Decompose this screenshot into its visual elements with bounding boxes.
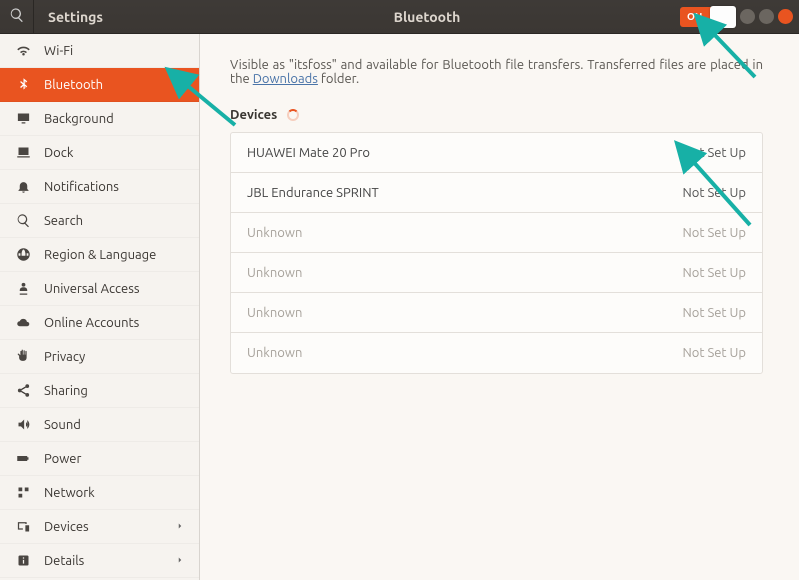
titlebar-right: ON — [654, 7, 799, 27]
sidebar-item-label: Network — [44, 486, 95, 500]
search-icon — [9, 7, 25, 27]
chevron-right-icon — [175, 520, 185, 534]
toggle-thumb — [710, 6, 736, 28]
maximize-button[interactable] — [759, 9, 774, 24]
sidebar-item-background[interactable]: Background — [0, 102, 199, 136]
sidebar-item-label: Power — [44, 452, 81, 466]
dock-icon — [14, 145, 32, 160]
device-row[interactable]: JBL Endurance SPRINTNot Set Up — [231, 173, 762, 213]
sidebar-item-network[interactable]: Network — [0, 476, 199, 510]
sidebar-item-region[interactable]: Region & Language — [0, 238, 199, 272]
sidebar-item-label: Online Accounts — [44, 316, 139, 330]
cloud-icon — [14, 315, 32, 330]
sidebar-item-wifi[interactable]: Wi-Fi — [0, 34, 199, 68]
scanning-spinner-icon — [287, 109, 299, 121]
sidebar-item-sharing[interactable]: Sharing — [0, 374, 199, 408]
info-icon — [14, 553, 32, 568]
page-title: Bluetooth — [200, 9, 654, 25]
titlebar: Settings Bluetooth ON — [0, 0, 799, 34]
device-row[interactable]: UnknownNot Set Up — [231, 253, 762, 293]
speaker-icon — [14, 417, 32, 432]
main-panel: Visible as "itsfoss" and available for B… — [200, 34, 799, 580]
sidebar-item-devices[interactable]: Devices — [0, 510, 199, 544]
sidebar-item-bluetooth[interactable]: Bluetooth — [0, 68, 199, 102]
share-icon — [14, 383, 32, 398]
minimize-button[interactable] — [740, 9, 755, 24]
sidebar-item-search[interactable]: Search — [0, 204, 199, 238]
device-status: Not Set Up — [682, 226, 746, 240]
search-button[interactable] — [0, 0, 34, 34]
search-icon — [14, 213, 32, 228]
device-name: Unknown — [247, 266, 682, 280]
device-list: HUAWEI Mate 20 ProNot Set UpJBL Enduranc… — [230, 132, 763, 374]
device-status: Not Set Up — [682, 266, 746, 280]
wifi-icon — [14, 43, 32, 58]
device-status: Not Set Up — [682, 146, 746, 160]
toggle-label: ON — [687, 11, 702, 22]
close-button[interactable] — [778, 9, 793, 24]
device-row[interactable]: UnknownNot Set Up — [231, 333, 762, 373]
sidebar-item-label: Universal Access — [44, 282, 139, 296]
sidebar-item-label: Sharing — [44, 384, 88, 398]
device-status: Not Set Up — [682, 346, 746, 360]
sidebar-item-label: Background — [44, 112, 114, 126]
device-name: JBL Endurance SPRINT — [247, 186, 682, 200]
device-name: Unknown — [247, 306, 682, 320]
devices-icon — [14, 519, 32, 534]
person-icon — [14, 281, 32, 296]
display-icon — [14, 111, 32, 126]
sidebar-item-label: Notifications — [44, 180, 119, 194]
device-row[interactable]: UnknownNot Set Up — [231, 213, 762, 253]
device-name: Unknown — [247, 346, 682, 360]
sidebar: Wi-Fi Bluetooth Background Dock Notification… — [0, 34, 200, 580]
bell-icon — [14, 179, 32, 194]
sidebar-item-online[interactable]: Online Accounts — [0, 306, 199, 340]
device-row[interactable]: HUAWEI Mate 20 ProNot Set Up — [231, 133, 762, 173]
bluetooth-toggle[interactable]: ON — [680, 7, 736, 27]
network-icon — [14, 485, 32, 500]
sidebar-item-label: Dock — [44, 146, 73, 160]
visibility-description: Visible as "itsfoss" and available for B… — [230, 58, 763, 86]
globe-icon — [14, 247, 32, 262]
device-status: Not Set Up — [682, 186, 746, 200]
sidebar-item-label: Wi-Fi — [44, 44, 73, 58]
sidebar-item-label: Search — [44, 214, 83, 228]
devices-header: Devices — [230, 108, 763, 122]
sidebar-item-dock[interactable]: Dock — [0, 136, 199, 170]
sidebar-item-universal[interactable]: Universal Access — [0, 272, 199, 306]
device-status: Not Set Up — [682, 306, 746, 320]
sidebar-item-details[interactable]: Details — [0, 544, 199, 578]
devices-label: Devices — [230, 108, 277, 122]
sidebar-item-power[interactable]: Power — [0, 442, 199, 476]
bluetooth-icon — [14, 77, 32, 92]
chevron-right-icon — [175, 554, 185, 568]
downloads-link[interactable]: Downloads — [253, 72, 318, 86]
sidebar-item-label: Devices — [44, 520, 89, 534]
battery-icon — [14, 451, 32, 466]
sidebar-item-notifications[interactable]: Notifications — [0, 170, 199, 204]
sidebar-item-label: Privacy — [44, 350, 85, 364]
hand-icon — [14, 349, 32, 364]
device-name: HUAWEI Mate 20 Pro — [247, 146, 682, 160]
body: Wi-Fi Bluetooth Background Dock Notification… — [0, 34, 799, 580]
sidebar-item-label: Region & Language — [44, 248, 156, 262]
device-name: Unknown — [247, 226, 682, 240]
device-row[interactable]: UnknownNot Set Up — [231, 293, 762, 333]
sidebar-item-label: Details — [44, 554, 84, 568]
sidebar-item-sound[interactable]: Sound — [0, 408, 199, 442]
sidebar-item-privacy[interactable]: Privacy — [0, 340, 199, 374]
app-title: Settings — [34, 9, 200, 25]
titlebar-left: Settings — [0, 0, 200, 34]
sidebar-item-label: Bluetooth — [44, 78, 103, 92]
sidebar-item-label: Sound — [44, 418, 81, 432]
